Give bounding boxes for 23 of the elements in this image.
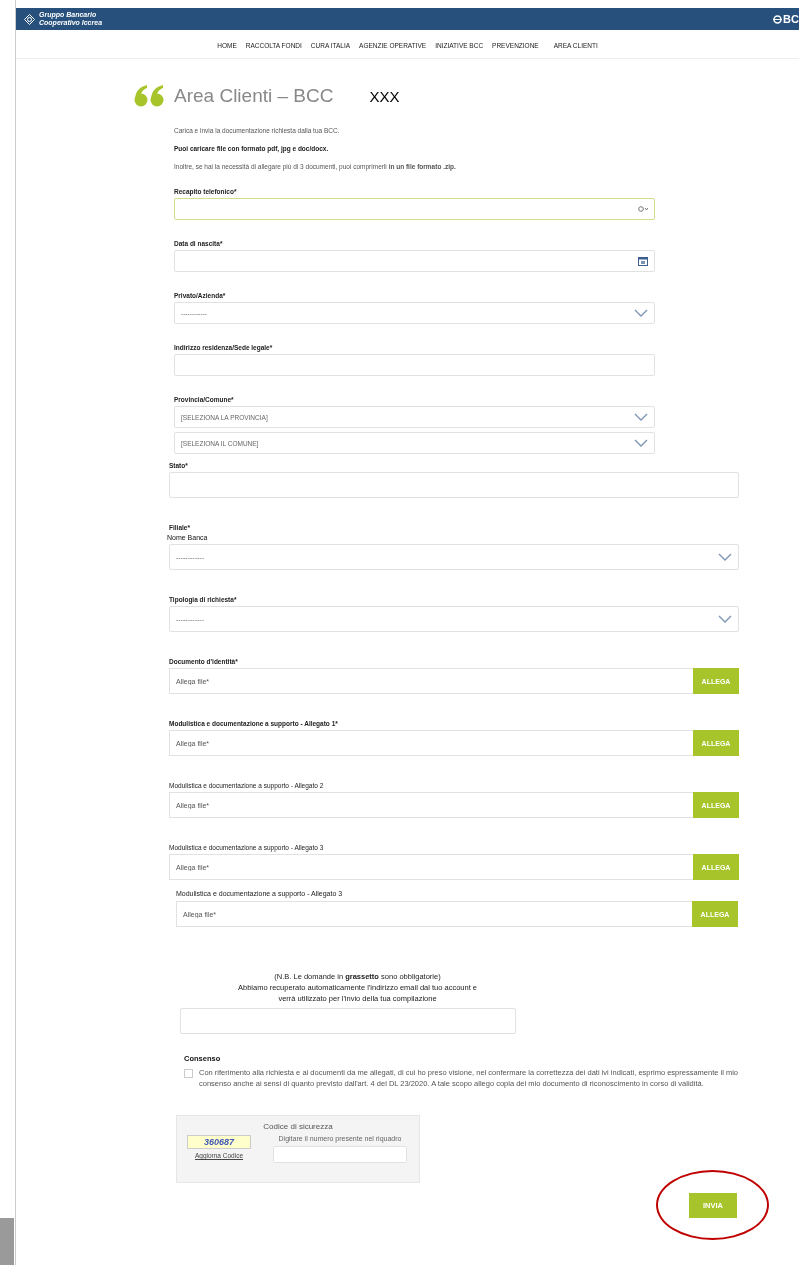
- captcha-image: 360687: [187, 1135, 251, 1149]
- captcha-title: Codice di sicurezza: [263, 1122, 333, 1131]
- dropdown-indicator-icon: [638, 206, 648, 212]
- calendar-icon: [638, 256, 648, 266]
- chevron-down-icon: [718, 553, 732, 561]
- chevron-down-icon: [634, 413, 648, 421]
- logo-text: BC: [783, 13, 799, 25]
- text-field[interactable]: [169, 472, 739, 498]
- date-field[interactable]: [174, 250, 655, 272]
- side-block: [0, 1218, 14, 1265]
- logo-icon: [24, 13, 35, 25]
- quote-mark-icon: [134, 85, 166, 107]
- phone-field[interactable]: [174, 198, 655, 220]
- email-field[interactable]: [179, 1008, 516, 1034]
- chevron-down-icon: [634, 309, 648, 317]
- text-field[interactable]: [174, 354, 655, 376]
- page-title: Area Clienti – BCC: [174, 85, 334, 107]
- title-note: XXX: [369, 87, 400, 105]
- captcha-field[interactable]: [273, 1146, 407, 1163]
- chevron-down-icon: [718, 615, 732, 623]
- chevron-down-icon: [634, 439, 648, 447]
- logo-icon: [773, 14, 783, 24]
- consent-checkbox[interactable]: [184, 1069, 193, 1078]
